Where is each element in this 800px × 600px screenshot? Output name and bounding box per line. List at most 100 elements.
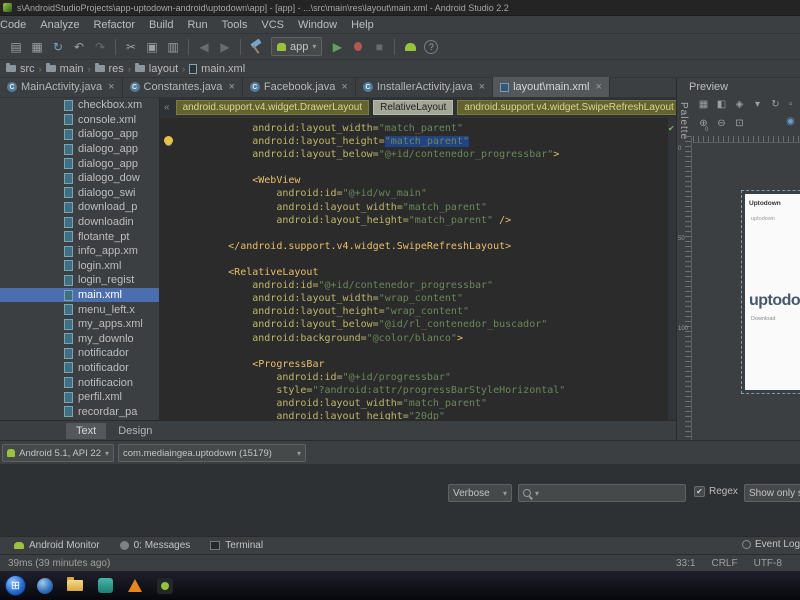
close-icon[interactable]: × — [108, 81, 114, 93]
project-file-info_app_xm[interactable]: info_app.xm — [0, 244, 159, 259]
menu-item-run[interactable]: Run — [180, 19, 214, 31]
close-icon[interactable]: × — [341, 81, 347, 93]
tab-facebook-java[interactable]: CFacebook.java× — [243, 77, 356, 97]
zoom-fit-icon[interactable]: ⊡ — [733, 118, 746, 129]
logcat-filter-selector[interactable]: Show only selected application — [744, 484, 800, 502]
menu-item-code[interactable]: Code — [0, 19, 33, 31]
project-file-notificador[interactable]: notificador — [0, 346, 159, 361]
help-icon[interactable]: ? — [424, 40, 438, 54]
zoom-out-icon[interactable]: ⊖ — [715, 118, 728, 129]
xml-breadcrumb-item[interactable]: android.support.v4.widget.SwipeRefreshLa… — [457, 100, 676, 115]
nav-item-main[interactable]: main — [44, 63, 86, 75]
back-icon[interactable]: ◀ — [194, 37, 214, 57]
menu-item-analyze[interactable]: Analyze — [33, 19, 86, 31]
intention-bulb-icon[interactable] — [164, 136, 173, 145]
nav-item-src[interactable]: src — [4, 63, 37, 75]
project-file-flotante_pt[interactable]: flotante_pt — [0, 229, 159, 244]
project-file-checkbox_xm[interactable]: checkbox.xm — [0, 98, 159, 113]
xml-breadcrumb-item[interactable]: RelativeLayout — [373, 100, 453, 115]
status-item[interactable]: CRLF — [711, 558, 737, 569]
status-item[interactable]: 33:1 — [676, 558, 695, 569]
fold-arrows-icon[interactable]: « — [164, 102, 170, 113]
event-log-button[interactable]: Event Log — [742, 539, 800, 550]
redo-icon[interactable]: ↷ — [90, 37, 110, 57]
debug-icon[interactable] — [348, 37, 368, 57]
run-icon[interactable]: ▶ — [327, 37, 347, 57]
menu-item-window[interactable]: Window — [291, 19, 344, 31]
tool-tab-terminal[interactable]: Terminal — [210, 540, 263, 551]
palette-tab[interactable]: Palette — [678, 102, 689, 140]
run-config-selector[interactable]: app▾ — [271, 37, 322, 56]
project-file-perfil_xml[interactable]: perfil.xml — [0, 390, 159, 405]
project-file-dialogo_app[interactable]: dialogo_app — [0, 156, 159, 171]
log-level-selector[interactable]: Verbose ▾ — [448, 484, 512, 502]
dropdown-icon[interactable]: ▾ — [751, 99, 764, 110]
nav-item-main-xml[interactable]: main.xml — [187, 63, 247, 75]
process-selector[interactable]: com.mediaingea.uptodown (15179) ▾ — [118, 444, 306, 462]
device-selector[interactable]: Android 5.1, API 22 ▾ — [2, 444, 114, 462]
start-button[interactable]: ⊞ — [5, 575, 26, 596]
view-tab-text[interactable]: Text — [66, 423, 106, 439]
logcat-search-input[interactable]: ▾ — [518, 484, 686, 502]
phone-selection-frame[interactable]: Uptodown uptodown uptodown Download — [741, 190, 800, 394]
open-folder-icon[interactable]: ▤ — [6, 37, 26, 57]
project-file-menu_left_x[interactable]: menu_left.x — [0, 302, 159, 317]
view-tab-design[interactable]: Design — [108, 423, 162, 439]
close-icon[interactable]: × — [479, 81, 485, 93]
close-icon[interactable]: × — [228, 81, 234, 93]
project-file-downloadin[interactable]: downloadin — [0, 215, 159, 230]
nav-item-res[interactable]: res — [93, 63, 126, 75]
project-file-login_xml[interactable]: login.xml — [0, 259, 159, 274]
code-area[interactable]: android:layout_width="match_parent" andr… — [180, 118, 668, 420]
error-stripe[interactable]: ✔ — [668, 118, 676, 420]
paste-icon[interactable]: ▥ — [163, 37, 183, 57]
theme-icon[interactable]: ◈ — [733, 99, 746, 110]
status-item[interactable]: UTF-8 — [754, 558, 782, 569]
project-file-main_xml[interactable]: main.xml — [0, 288, 159, 303]
menu-item-help[interactable]: Help — [344, 19, 381, 31]
hammer-icon[interactable] — [246, 37, 266, 57]
orientation-icon[interactable]: ◧ — [715, 99, 728, 110]
tab-layout-main-xml[interactable]: layout\main.xml× — [493, 77, 610, 97]
tool-tab-android[interactable]: Android Monitor — [14, 540, 100, 551]
project-file-dialogo_dow[interactable]: dialogo_dow — [0, 171, 159, 186]
project-file-recordar_pa[interactable]: recordar_pa — [0, 404, 159, 419]
nav-item-layout[interactable]: layout — [133, 63, 180, 75]
regex-checkbox[interactable]: ✔ Regex — [694, 486, 738, 497]
project-file-my_downlo[interactable]: my_downlo — [0, 332, 159, 347]
android-icon[interactable] — [400, 37, 420, 57]
taskbar-studio-icon[interactable] — [154, 575, 176, 597]
menu-item-build[interactable]: Build — [142, 19, 180, 31]
project-file-download_p[interactable]: download_p — [0, 200, 159, 215]
project-file-dialogo_app[interactable]: dialogo_app — [0, 127, 159, 142]
stop-icon[interactable]: ■ — [369, 37, 389, 57]
tab-constantes-java[interactable]: CConstantes.java× — [123, 77, 243, 97]
project-file-login_regist[interactable]: login_regist — [0, 273, 159, 288]
refresh-icon[interactable]: ↻ — [769, 99, 782, 110]
project-file-console_xml[interactable]: console.xml — [0, 113, 159, 128]
taskbar-app-icon[interactable] — [94, 575, 116, 597]
menu-item-tools[interactable]: Tools — [215, 19, 255, 31]
tool-tab-messages[interactable]: 0: Messages — [120, 540, 191, 551]
sync-icon[interactable]: ↻ — [48, 37, 68, 57]
undo-icon[interactable]: ↶ — [69, 37, 89, 57]
close-icon[interactable]: × — [596, 81, 602, 93]
tab-mainactivity-java[interactable]: CMainActivity.java× — [0, 77, 123, 97]
project-file-notificacion[interactable]: notificacion — [0, 375, 159, 390]
tab-installeractivity-java[interactable]: CInstallerActivity.java× — [356, 77, 493, 97]
taskbar-media-icon[interactable] — [124, 575, 146, 597]
taskbar-explorer-icon[interactable] — [64, 575, 86, 597]
preview-run-icon[interactable]: ◉ — [784, 116, 797, 127]
taskbar-browser-icon[interactable] — [34, 575, 56, 597]
menu-item-vcs[interactable]: VCS — [254, 19, 291, 31]
forward-icon[interactable]: ▶ — [215, 37, 235, 57]
project-file-dialogo_app[interactable]: dialogo_app — [0, 142, 159, 157]
panel-toggle-icon[interactable]: ▫ — [784, 99, 797, 110]
cut-icon[interactable]: ✂ — [121, 37, 141, 57]
project-file-notificador[interactable]: notificador — [0, 361, 159, 376]
project-file-dialogo_swi[interactable]: dialogo_swi — [0, 186, 159, 201]
project-file-my_apps_xml[interactable]: my_apps.xml — [0, 317, 159, 332]
copy-icon[interactable]: ▣ — [142, 37, 162, 57]
layout-variants-icon[interactable]: ▦ — [697, 99, 710, 110]
save-icon[interactable]: ▦ — [27, 37, 47, 57]
